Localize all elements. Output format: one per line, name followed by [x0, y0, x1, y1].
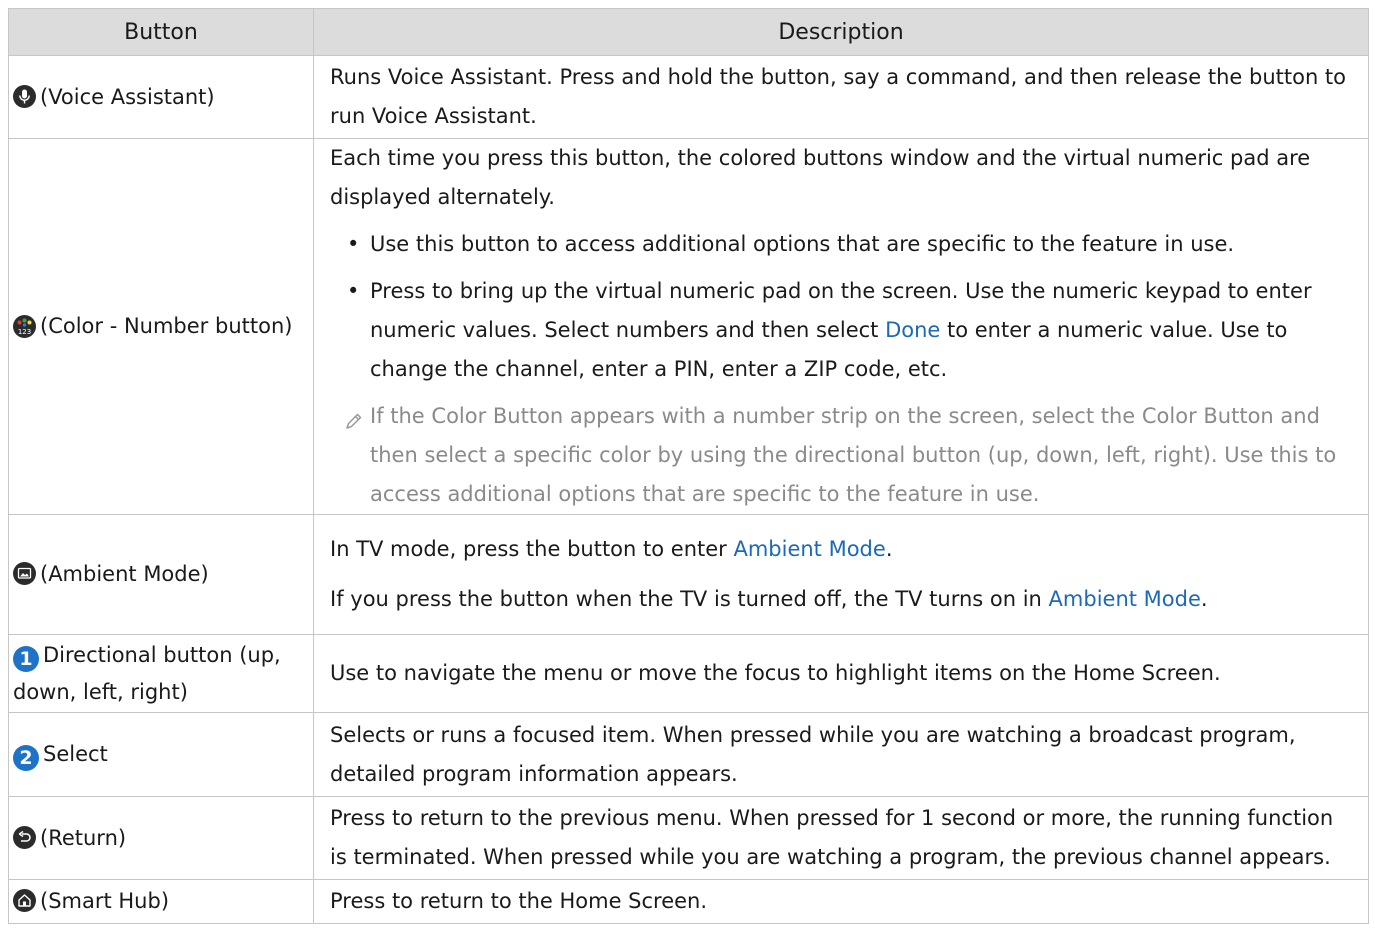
svg-text:123: 123: [18, 328, 31, 336]
table-row: 123 (Color - Number button) Each time yo…: [8, 138, 1369, 515]
description-cell: Use to navigate the menu or move the foc…: [313, 634, 1369, 713]
button-cell: (Voice Assistant): [8, 55, 314, 139]
description-text: If you press the button when the TV is t…: [330, 587, 1208, 611]
button-cell: (Ambient Mode): [8, 514, 314, 635]
done-link[interactable]: Done: [885, 318, 940, 342]
note-text: If the Color Button appears with a numbe…: [370, 404, 1337, 506]
description-text: In TV mode, press the button to enter Am…: [330, 537, 893, 561]
description-cell: Press to return to the previous menu. Wh…: [313, 796, 1369, 880]
button-cell: 2 Select: [8, 712, 314, 797]
note: If the Color Button appears with a numbe…: [330, 397, 1350, 514]
number-badge: 2: [13, 745, 39, 771]
description-cell: Selects or runs a focused item. When pre…: [313, 712, 1369, 797]
button-label: (Color - Number button): [40, 314, 293, 338]
bullet-list: Use this button to access additional opt…: [330, 225, 1350, 389]
table-row: 2 Select Selects or runs a focused item. …: [8, 712, 1369, 797]
description-text: Selects or runs a focused item. When pre…: [330, 722, 1296, 786]
table-row: (Voice Assistant) Runs Voice Assistant. …: [8, 55, 1369, 139]
number-badge: 1: [13, 645, 39, 672]
description-cell: Press to return to the Home Screen.: [313, 879, 1369, 924]
button-label: (Ambient Mode): [40, 562, 209, 586]
description-text: Press to return to the previous menu. Wh…: [330, 806, 1334, 869]
header-description: Description: [313, 8, 1369, 56]
button-cell: (Return): [8, 796, 314, 880]
list-item: Press to bring up the virtual numeric pa…: [330, 272, 1350, 389]
remote-buttons-table: Button Description (Voice Assistant) Run…: [8, 8, 1369, 924]
button-label: (Smart Hub): [40, 889, 170, 913]
description-cell: Runs Voice Assistant. Press and hold the…: [313, 55, 1369, 139]
description-text: Use to navigate the menu or move the foc…: [330, 661, 1221, 685]
table-header-row: Button Description: [8, 8, 1369, 56]
table-row: (Ambient Mode) In TV mode, press the but…: [8, 514, 1369, 635]
button-label: Directional button (up, down, left, righ…: [13, 642, 281, 704]
microphone-icon: [13, 84, 36, 108]
button-label: (Voice Assistant): [40, 84, 215, 109]
pencil-icon: [344, 405, 364, 444]
ambient-mode-icon: [13, 562, 36, 585]
ambient-mode-link[interactable]: Ambient Mode: [733, 537, 885, 561]
table-row: 1 Directional button (up, down, left, rig…: [8, 634, 1369, 713]
description-cell: Each time you press this button, the col…: [313, 138, 1369, 515]
ambient-mode-link[interactable]: Ambient Mode: [1049, 587, 1201, 611]
home-icon: [13, 889, 36, 912]
return-icon: [13, 825, 36, 849]
button-cell: 123 (Color - Number button): [8, 138, 314, 515]
table-row: (Smart Hub) Press to return to the Home …: [8, 879, 1369, 924]
header-button: Button: [8, 8, 314, 56]
list-item: Use this button to access additional opt…: [330, 225, 1350, 264]
description-cell: In TV mode, press the button to enter Am…: [313, 514, 1369, 635]
description-intro: Each time you press this button, the col…: [330, 146, 1311, 209]
description-text: Press to return to the Home Screen.: [330, 889, 708, 913]
table-row: (Return) Press to return to the previous…: [8, 796, 1369, 880]
color-number-icon: 123: [13, 315, 36, 338]
button-cell: 1 Directional button (up, down, left, rig…: [8, 634, 314, 713]
button-cell: (Smart Hub): [8, 879, 314, 924]
button-label: Select: [43, 742, 108, 766]
button-label: (Return): [40, 825, 127, 850]
description-text: Runs Voice Assistant. Press and hold the…: [330, 65, 1347, 128]
